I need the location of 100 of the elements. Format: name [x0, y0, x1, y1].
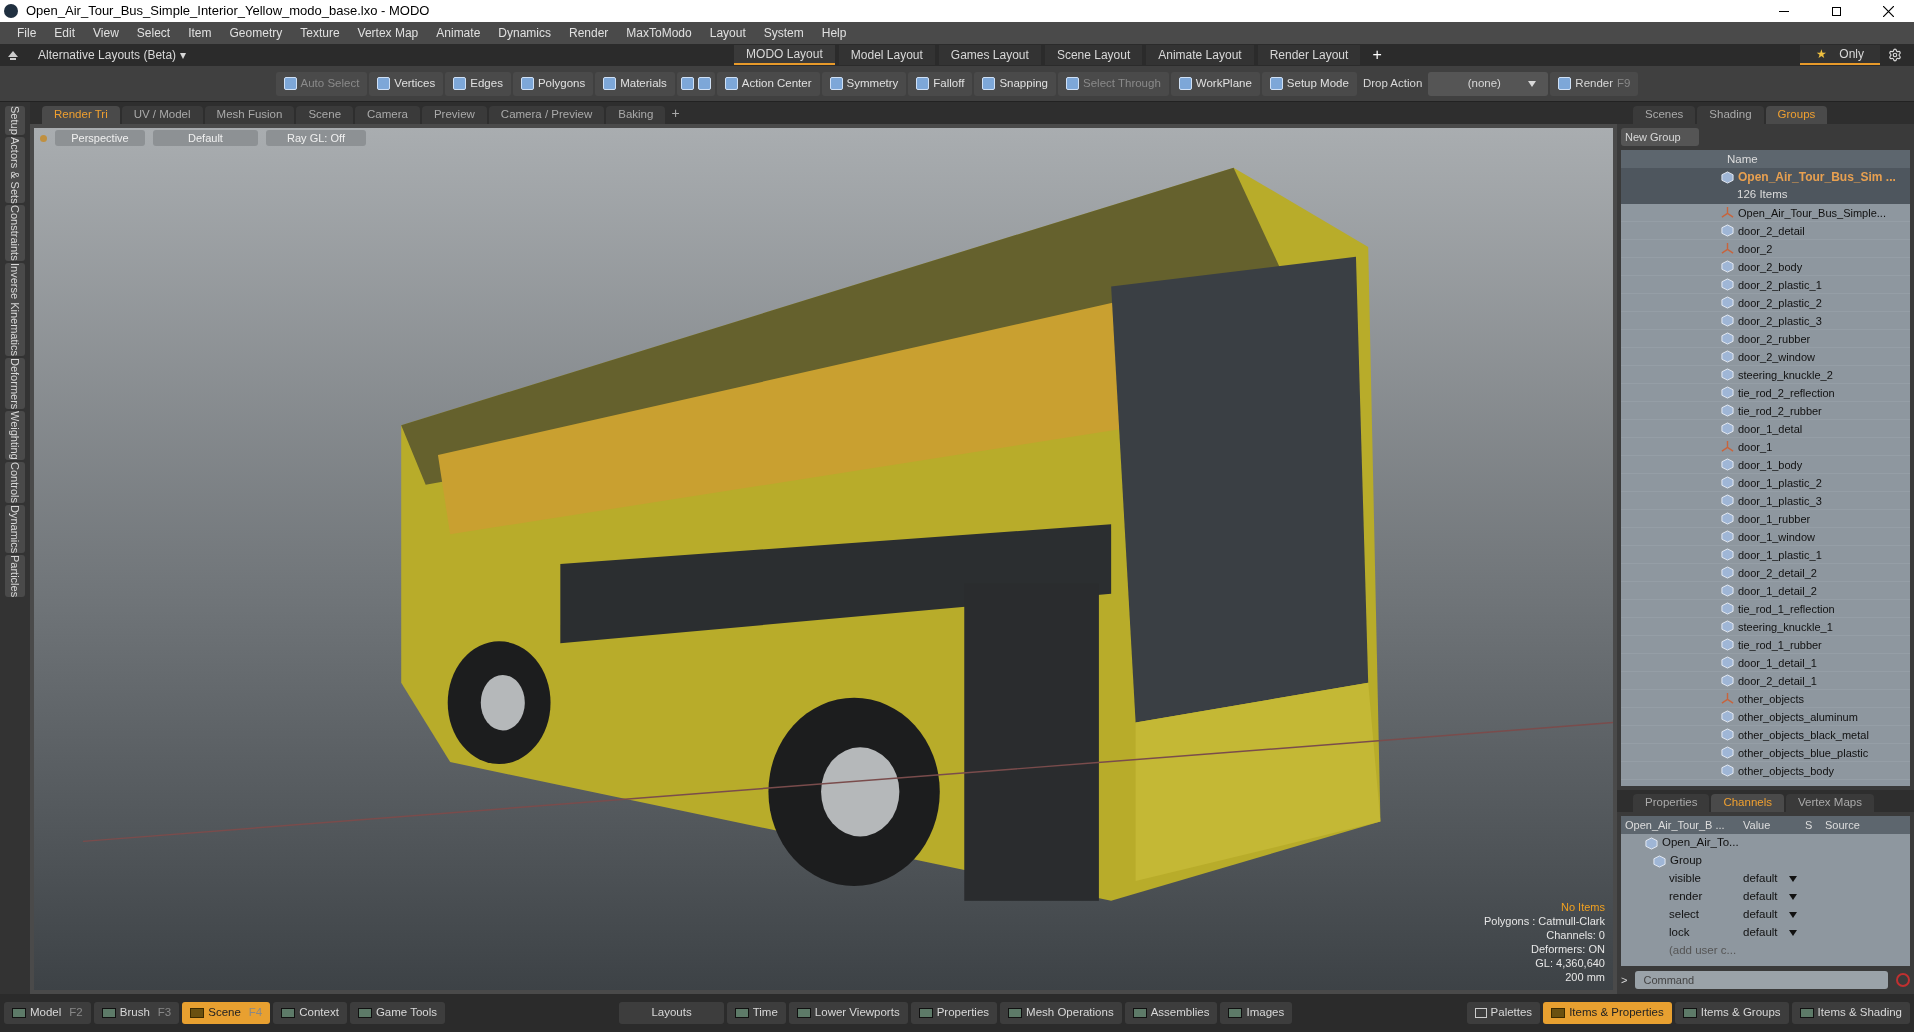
viewport-tab[interactable]: Baking [606, 106, 666, 124]
layouts-dropdown[interactable]: Alternative Layouts (Beta) ▾ [38, 46, 187, 64]
bottom-tab[interactable]: Assemblies [1124, 1002, 1218, 1024]
scene-item[interactable]: other_objects_blue_plastic [1738, 744, 1869, 761]
tree-item[interactable]: Group [1670, 852, 1702, 870]
toolbar-button[interactable]: WorkPlane [1170, 71, 1260, 96]
scene-item[interactable]: tie_rod_2_reflection [1738, 384, 1835, 401]
scene-item[interactable]: door_2_plastic_3 [1738, 312, 1822, 329]
menu-item[interactable]: Animate [427, 24, 490, 42]
side-tab[interactable]: Inverse Kinematics [5, 263, 25, 356]
settings-icon[interactable] [1888, 48, 1902, 62]
layout-tab[interactable]: Animate Layout [1146, 45, 1254, 65]
panel-tab[interactable]: Scenes [1633, 106, 1696, 124]
side-tab[interactable]: Setup [5, 106, 25, 135]
scene-item[interactable]: door_2_window [1738, 348, 1816, 365]
bottom-tab[interactable]: Layouts [619, 1002, 724, 1024]
channel-value-dropdown[interactable]: default [1739, 924, 1801, 942]
layout-tab[interactable]: Games Layout [938, 45, 1041, 65]
tree-item[interactable]: Open_Air_To... [1662, 834, 1739, 852]
bottom-tab[interactable]: Lower Viewports [788, 1002, 908, 1024]
channel-value-dropdown[interactable]: default [1739, 906, 1801, 924]
menu-item[interactable]: Dynamics [489, 24, 560, 42]
bottom-tab[interactable]: Scene F4 [182, 1002, 271, 1024]
viewport-tab[interactable]: Render Tri [42, 106, 120, 124]
panel-tab[interactable]: Vertex Maps [1786, 794, 1874, 812]
menu-item[interactable]: Geometry [220, 24, 292, 42]
menu-item[interactable]: Help [812, 24, 856, 42]
scene-item[interactable]: steering_knuckle_1 [1738, 618, 1833, 635]
side-tab[interactable]: Deformers [5, 357, 25, 410]
menu-item[interactable]: Vertex Map [348, 24, 428, 42]
viewport-tab[interactable]: Mesh Fusion [204, 106, 295, 124]
scene-item[interactable]: tie_rod_1_reflection [1738, 600, 1835, 617]
only-button[interactable]: ★ Only [1800, 45, 1880, 65]
toolbar-button[interactable]: Action Center [716, 71, 820, 96]
scene-item[interactable]: door_2_plastic_1 [1738, 276, 1822, 293]
column-header[interactable]: Name [1727, 150, 1758, 168]
scene-item[interactable]: door_2_rubber [1738, 330, 1811, 347]
scene-item[interactable]: tie_rod_2_rubber [1738, 402, 1822, 419]
toolbar-button[interactable]: Materials [595, 71, 675, 96]
group-name[interactable]: Open_Air_Tour_Bus_Sim ... [1738, 168, 1896, 187]
toolbar-button[interactable]: Vertices [369, 71, 444, 96]
scene-item[interactable]: door_1_body [1738, 456, 1803, 473]
viewport-tab[interactable]: Scene [296, 106, 354, 124]
scene-item[interactable]: door_1_window [1738, 528, 1816, 545]
column-header[interactable]: Value [1739, 816, 1801, 834]
panel-tab[interactable]: Properties [1633, 794, 1710, 812]
menu-item[interactable]: Layout [700, 24, 755, 42]
scene-item[interactable]: door_2 [1738, 240, 1773, 257]
panel-tab[interactable]: Shading [1697, 106, 1764, 124]
scene-item[interactable]: other_objects_black_metal [1738, 726, 1869, 743]
scene-item[interactable]: door_1 [1738, 438, 1773, 455]
scene-item[interactable]: door_2_detail [1738, 222, 1805, 239]
bottom-tab[interactable]: Items & Shading [1791, 1002, 1910, 1024]
scene-item[interactable]: door_2_body [1738, 258, 1803, 275]
viewport-tab[interactable]: Preview [421, 106, 487, 124]
menu-item[interactable]: Select [127, 24, 180, 42]
side-tab[interactable]: Controls [5, 462, 25, 503]
viewport-tab[interactable]: Camera [355, 106, 420, 124]
layout-tab[interactable]: Model Layout [838, 45, 935, 65]
bottom-tab[interactable]: Model F2 [4, 1002, 91, 1024]
menu-item[interactable]: Edit [45, 24, 85, 42]
scene-item[interactable]: door_2_plastic_2 [1738, 294, 1822, 311]
toolbar-button[interactable]: Falloff [908, 71, 973, 96]
render-button[interactable]: Render F9 [1550, 71, 1639, 96]
side-tab[interactable]: Actors & Sets [5, 136, 25, 204]
viewport-tab[interactable]: UV / Model [121, 106, 203, 124]
toolbar-button[interactable]: Polygons [512, 71, 594, 96]
scene-item[interactable]: door_2_detail_2 [1738, 564, 1817, 581]
side-tab[interactable]: Constraints [5, 205, 25, 262]
menu-item[interactable]: Texture [291, 24, 349, 42]
bottom-tab[interactable]: Properties [910, 1002, 998, 1024]
scene-item[interactable]: door_1_plastic_2 [1738, 474, 1822, 491]
scene-item[interactable]: door_1_plastic_1 [1738, 546, 1822, 563]
drop-action-dropdown[interactable]: (none) [1428, 71, 1549, 96]
bottom-tab[interactable]: Brush F3 [93, 1002, 180, 1024]
panel-tab[interactable]: Channels [1711, 794, 1784, 812]
bottom-tab[interactable]: Context [273, 1002, 347, 1024]
add-tab-button[interactable]: + [667, 103, 684, 124]
scene-item[interactable]: door_2_detail_1 [1738, 672, 1817, 689]
menu-item[interactable]: MaxToModo [617, 24, 701, 42]
scene-item[interactable]: door_1_rubber [1738, 510, 1811, 527]
bottom-tab[interactable]: Mesh Operations [1000, 1002, 1122, 1024]
add-layout-button[interactable]: + [1364, 43, 1390, 67]
bottom-tab[interactable]: Images [1220, 1002, 1293, 1024]
menu-item[interactable]: Item [179, 24, 221, 42]
menu-item[interactable]: Render [560, 24, 618, 42]
scene-item[interactable]: steering_knuckle_2 [1738, 366, 1833, 383]
scene-item[interactable]: tie_rod_1_rubber [1738, 636, 1822, 653]
menu-item[interactable]: File [8, 24, 46, 42]
menu-item[interactable]: View [84, 24, 128, 42]
layout-tab[interactable]: Scene Layout [1044, 45, 1143, 65]
scene-item[interactable]: door_1_detail_1 [1738, 654, 1817, 671]
collapse-icon[interactable] [8, 50, 18, 60]
channel-value-dropdown[interactable]: default [1739, 870, 1801, 888]
scene-item[interactable]: door_1_detail_2 [1738, 582, 1817, 599]
bottom-tab[interactable]: Items & Groups [1674, 1002, 1789, 1024]
scene-item[interactable]: other_objects_aluminum [1738, 708, 1858, 725]
scene-item[interactable]: Open_Air_Tour_Bus_Simple... [1738, 204, 1886, 221]
panel-tab[interactable]: Groups [1765, 106, 1828, 124]
side-tab[interactable]: Particles [5, 555, 25, 598]
